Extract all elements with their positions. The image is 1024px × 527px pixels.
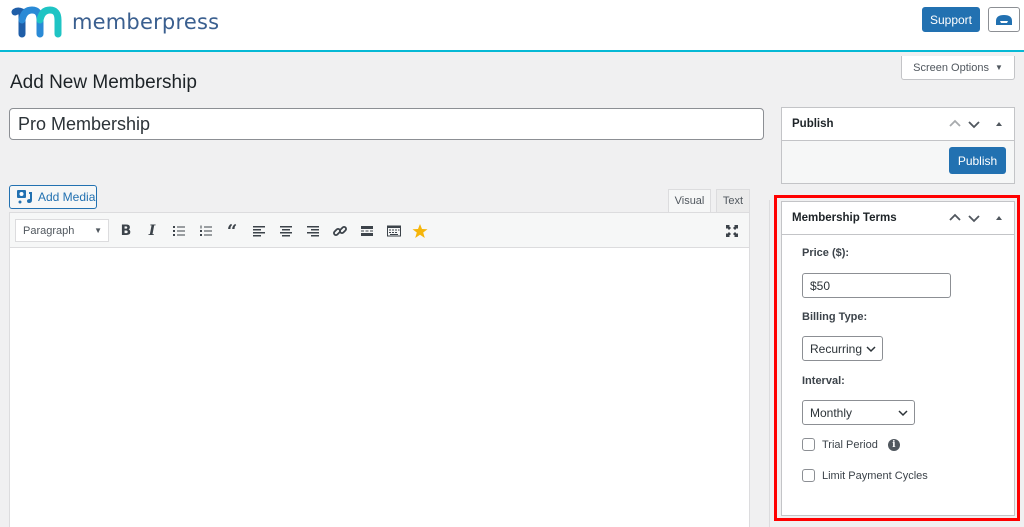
sidebar-divider xyxy=(769,200,770,527)
chevron-down-icon xyxy=(968,121,980,129)
trial-period-checkbox[interactable] xyxy=(802,438,815,451)
align-right-button[interactable] xyxy=(303,221,323,241)
triangle-up-icon xyxy=(996,216,1002,220)
align-right-icon xyxy=(307,226,319,237)
memberpress-m-icon xyxy=(11,6,62,38)
caret-down-icon: ▼ xyxy=(994,63,1003,72)
editor-content-area[interactable] xyxy=(10,248,749,527)
chevron-down-icon xyxy=(968,215,980,223)
interval-select[interactable]: Monthly xyxy=(802,400,915,425)
blockquote-icon: “ xyxy=(226,220,238,242)
editor-toolbar: Paragraph ▼ B I “ xyxy=(10,213,749,248)
membership-terms-box: Membership Terms Price ($): $50 Billing … xyxy=(781,201,1015,516)
page-title: Add New Membership xyxy=(10,72,197,93)
toolbar-toggle-button[interactable] xyxy=(384,221,404,241)
chevron-up-icon xyxy=(949,119,961,127)
insert-link-button[interactable] xyxy=(330,221,350,241)
move-up-button[interactable] xyxy=(946,209,964,227)
top-header: memberpress Support xyxy=(0,0,1024,52)
limit-payment-cycles-label: Limit Payment Cycles xyxy=(822,469,928,482)
italic-button[interactable]: I xyxy=(142,221,162,241)
tab-text[interactable]: Text xyxy=(716,189,750,213)
format-select[interactable]: Paragraph ▼ xyxy=(15,219,109,242)
bold-icon: B xyxy=(120,223,132,239)
limit-payment-cycles-option[interactable]: Limit Payment Cycles xyxy=(802,469,928,482)
align-left-button[interactable] xyxy=(249,221,269,241)
add-media-label: Add Media xyxy=(38,190,96,204)
media-icon xyxy=(17,190,32,204)
read-more-button[interactable] xyxy=(357,221,377,241)
italic-icon: I xyxy=(148,223,156,239)
move-down-button[interactable] xyxy=(965,209,983,227)
publish-box-title: Publish xyxy=(792,118,834,130)
fullscreen-button[interactable] xyxy=(722,221,742,241)
tab-visual[interactable]: Visual xyxy=(668,189,711,213)
triangle-up-icon xyxy=(996,122,1002,126)
caret-down-icon: ▼ xyxy=(94,226,102,235)
toggle-panel-button[interactable] xyxy=(990,115,1008,133)
align-left-icon xyxy=(253,226,265,237)
memberpress-logo[interactable]: memberpress xyxy=(10,6,219,38)
support-button[interactable]: Support xyxy=(922,7,980,32)
publish-box: Publish Publish xyxy=(781,107,1015,184)
inbox-button[interactable] xyxy=(988,7,1020,32)
chevron-down-icon xyxy=(866,346,876,353)
bulleted-list-icon xyxy=(173,226,185,236)
membership-terms-title: Membership Terms xyxy=(792,212,897,224)
trial-period-label: Trial Period xyxy=(822,438,878,451)
blockquote-button[interactable]: “ xyxy=(222,220,242,242)
bold-button[interactable]: B xyxy=(116,221,136,241)
trial-period-option[interactable]: Trial Period i xyxy=(802,438,900,451)
screen-options-label: Screen Options xyxy=(913,61,989,74)
add-media-button[interactable]: Add Media xyxy=(9,185,97,209)
screen-options-button[interactable]: Screen Options ▼ xyxy=(901,56,1015,80)
publish-box-body: Publish xyxy=(782,141,1014,183)
content-editor: Paragraph ▼ B I “ xyxy=(9,212,750,527)
read-more-icon xyxy=(361,226,373,236)
billing-type-label: Billing Type: xyxy=(802,311,868,323)
link-icon xyxy=(333,226,347,236)
memberpress-shortcode-button[interactable] xyxy=(410,221,430,241)
membership-title-input[interactable] xyxy=(9,108,764,140)
chevron-up-icon xyxy=(949,213,961,221)
fullscreen-icon xyxy=(726,225,738,237)
chevron-down-icon xyxy=(898,410,908,417)
publish-button[interactable]: Publish xyxy=(949,147,1006,174)
price-label: Price ($): xyxy=(802,247,850,259)
billing-type-select[interactable]: Recurring xyxy=(802,336,883,361)
price-input[interactable]: $50 xyxy=(802,273,951,298)
align-center-icon xyxy=(280,226,292,237)
limit-payment-cycles-checkbox[interactable] xyxy=(802,469,815,482)
toggle-panel-button[interactable] xyxy=(990,209,1008,227)
brand-name: memberpress xyxy=(72,10,220,34)
billing-type-value: Recurring xyxy=(810,341,863,356)
bulleted-list-button[interactable] xyxy=(169,221,189,241)
star-icon xyxy=(412,224,428,238)
publish-box-header: Publish xyxy=(782,108,1014,141)
align-center-button[interactable] xyxy=(276,221,296,241)
inbox-icon xyxy=(996,14,1012,25)
format-select-value: Paragraph xyxy=(23,224,75,237)
move-down-button[interactable] xyxy=(965,115,983,133)
move-up-button[interactable] xyxy=(946,115,964,133)
numbered-list-icon xyxy=(200,225,212,236)
interval-label: Interval: xyxy=(802,375,845,387)
toolbar-toggle-icon xyxy=(387,225,401,237)
membership-terms-header: Membership Terms xyxy=(782,202,1014,235)
numbered-list-button[interactable] xyxy=(196,221,216,241)
interval-value: Monthly xyxy=(810,405,853,420)
info-icon[interactable]: i xyxy=(887,438,900,451)
